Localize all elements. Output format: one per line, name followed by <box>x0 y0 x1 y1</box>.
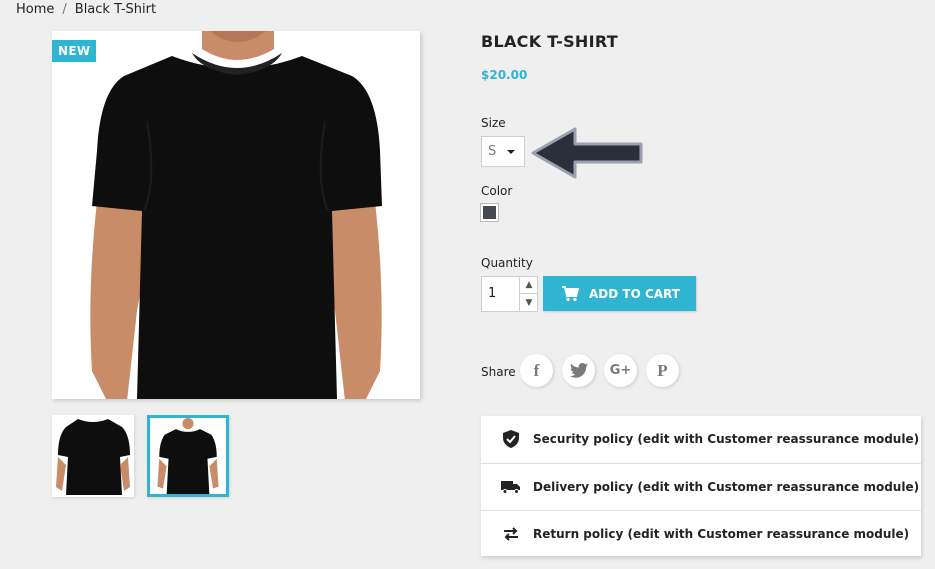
quantity-value[interactable]: 1 <box>488 286 496 301</box>
add-to-cart-label: ADD TO CART <box>589 286 680 301</box>
shield-check-icon <box>501 430 521 448</box>
pinterest-icon: P <box>657 360 668 380</box>
cart-icon <box>562 285 579 301</box>
color-label: Color <box>481 184 513 198</box>
size-label: Size <box>481 116 506 130</box>
facebook-share-button[interactable]: f <box>520 354 553 387</box>
product-title: BLACK T-SHIRT <box>481 32 618 51</box>
swap-arrows-icon <box>501 526 521 541</box>
twitter-icon <box>569 363 588 378</box>
breadcrumb-current: Black T-Shirt <box>74 2 157 17</box>
chevron-up-icon[interactable]: ▲ <box>520 277 538 294</box>
quantity-label: Quantity <box>481 256 533 270</box>
add-to-cart-button[interactable]: ADD TO CART <box>543 276 696 311</box>
thumbnail-model[interactable] <box>147 415 229 497</box>
size-select-value: S <box>488 144 497 159</box>
chevron-down-icon[interactable]: ▼ <box>520 294 538 311</box>
reassurance-security: Security policy (edit with Customer reas… <box>481 416 921 462</box>
reassurance-block: Security policy (edit with Customer reas… <box>481 416 921 556</box>
new-badge: NEW <box>52 40 97 62</box>
product-price: $20.00 <box>481 68 528 82</box>
thumbnail-tshirt-image <box>52 415 134 497</box>
quantity-spinner: ▲ ▼ <box>519 277 538 311</box>
product-page: Home / Black T-Shirt NEW BLACK T-SHIRT $… <box>0 0 935 569</box>
facebook-icon: f <box>533 360 540 380</box>
twitter-share-button[interactable] <box>562 354 595 387</box>
googleplus-icon: G+ <box>609 363 632 378</box>
breadcrumb-separator: / <box>62 2 67 17</box>
breadcrumb: Home / Black T-Shirt <box>16 2 156 17</box>
thumbnail-front[interactable] <box>52 415 134 497</box>
tshirt-model-image <box>52 31 420 399</box>
chevron-down-icon <box>507 150 515 154</box>
product-main-image[interactable]: NEW <box>52 31 420 399</box>
reassurance-label: Security policy (edit with Customer reas… <box>533 432 920 446</box>
arrow-left-icon <box>531 127 643 179</box>
pinterest-share-button[interactable]: P <box>646 354 679 387</box>
share-label: Share <box>481 365 516 379</box>
googleplus-share-button[interactable]: G+ <box>604 354 637 387</box>
size-select[interactable]: S <box>481 136 525 167</box>
reassurance-label: Return policy (edit with Customer reassu… <box>533 526 910 541</box>
quantity-stepper[interactable]: 1 ▲ ▼ <box>481 276 538 312</box>
reassurance-return: Return policy (edit with Customer reassu… <box>481 510 921 556</box>
breadcrumb-home-link[interactable]: Home <box>16 2 54 17</box>
reassurance-label: Delivery policy (edit with Customer reas… <box>533 479 920 494</box>
thumbnail-model-image <box>150 418 226 494</box>
color-swatch[interactable] <box>480 203 499 222</box>
reassurance-delivery: Delivery policy (edit with Customer reas… <box>481 463 921 509</box>
truck-icon <box>501 480 521 494</box>
